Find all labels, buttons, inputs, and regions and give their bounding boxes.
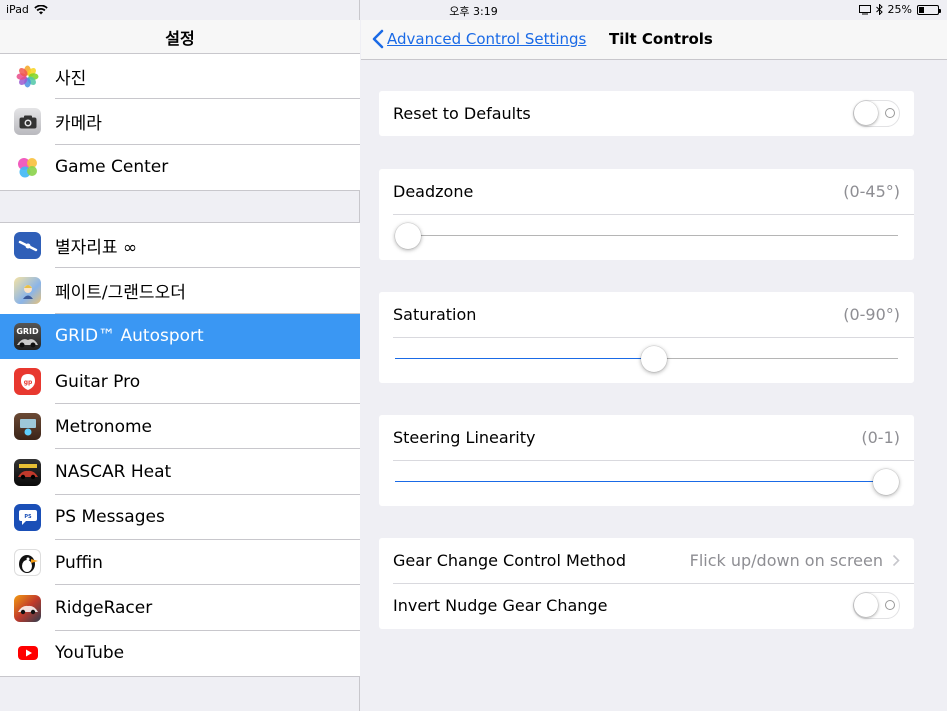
gear-method-value: Flick up/down on screen — [689, 551, 883, 570]
divider — [393, 214, 914, 215]
detail-panel: Advanced Control Settings Tilt Controls … — [361, 0, 947, 711]
photos-icon — [14, 63, 41, 91]
nascar-heat-icon — [14, 458, 41, 486]
toggle-off-icon — [885, 600, 895, 610]
slider-thumb[interactable] — [395, 223, 421, 249]
saturation-header: Saturation (0-90°) — [379, 292, 914, 337]
toggle-knob — [854, 593, 878, 617]
battery-percent: 25% — [887, 3, 912, 16]
gear-method-value-wrap: Flick up/down on screen — [690, 551, 900, 570]
guitar-pro-icon: gp — [14, 368, 41, 396]
steering-card: Steering Linearity (0-1) — [379, 415, 914, 506]
bluetooth-icon — [875, 4, 883, 15]
deadzone-card: Deadzone (0-45°) — [379, 169, 914, 260]
gear-method-row[interactable]: Gear Change Control Method Flick up/down… — [379, 538, 914, 583]
toggle-off-icon — [885, 108, 895, 118]
steering-label: Steering Linearity — [393, 428, 536, 447]
sidebar-item-label: YouTube — [55, 643, 125, 664]
sidebar-group-apps: 별자리표 ∞ 페이트/그랜드오더 GRID GRID™ Autosport gp… — [0, 222, 360, 677]
gear-method-label: Gear Change Control Method — [393, 551, 626, 570]
saturation-range: (0-90°) — [843, 305, 900, 324]
saturation-card: Saturation (0-90°) — [379, 292, 914, 383]
star-chart-icon — [14, 232, 41, 260]
slider-fill — [395, 481, 887, 482]
back-label: Advanced Control Settings — [387, 30, 587, 48]
sidebar-item-label: NASCAR Heat — [55, 462, 172, 483]
fate-grand-order-icon — [14, 277, 41, 305]
sidebar-item-game-center[interactable]: Game Center — [0, 145, 360, 190]
camera-icon — [14, 108, 41, 136]
status-bar: iPad 오후 3:19 25% — [0, 0, 947, 20]
sidebar-item-label: Guitar Pro — [55, 371, 141, 392]
saturation-slider[interactable] — [395, 344, 898, 374]
slider-thumb[interactable] — [640, 346, 667, 372]
battery-icon — [917, 4, 941, 15]
sidebar-item-guitar-pro[interactable]: gp Guitar Pro — [0, 359, 360, 405]
divider — [393, 337, 914, 338]
sidebar-item-label: 별자리표 ∞ — [55, 238, 138, 259]
detail-nav-bar: Advanced Control Settings Tilt Controls — [361, 20, 947, 60]
sidebar-item-label: PS Messages — [55, 507, 165, 528]
sidebar-item-photos[interactable]: 사진 — [0, 54, 360, 100]
sidebar-item-star-chart[interactable]: 별자리표 ∞ — [0, 223, 360, 269]
ridgeracer-icon — [14, 594, 41, 622]
sidebar-item-youtube[interactable]: YouTube — [0, 631, 360, 676]
gear-card: Gear Change Control Method Flick up/down… — [379, 538, 914, 629]
deadzone-header: Deadzone (0-45°) — [379, 169, 914, 214]
steering-slider[interactable] — [395, 467, 900, 497]
svg-text:gp: gp — [23, 379, 32, 386]
sidebar-item-grid-autosport[interactable]: GRID GRID™ Autosport — [0, 313, 360, 359]
sidebar-item-label: GRID™ Autosport — [55, 326, 204, 347]
screen-mirroring-icon — [858, 4, 871, 14]
ps-messages-icon: PS — [14, 503, 41, 531]
page-title: Tilt Controls — [609, 30, 713, 48]
divider — [393, 460, 914, 461]
sidebar-item-nascar-heat[interactable]: NASCAR Heat — [0, 449, 360, 496]
sidebar-item-label: RidgeRacer — [55, 598, 153, 619]
sidebar-item-label: 사진 — [55, 69, 87, 90]
grid-autosport-icon: GRID — [14, 322, 41, 350]
sidebar-item-label: Game Center — [55, 157, 169, 178]
sidebar-item-label: Metronome — [55, 416, 153, 437]
toggle-knob — [854, 101, 878, 125]
saturation-label: Saturation — [393, 305, 477, 324]
reset-row: Reset to Defaults — [379, 91, 914, 136]
chevron-right-icon — [892, 554, 900, 567]
invert-nudge-label: Invert Nudge Gear Change — [393, 596, 608, 615]
youtube-icon — [14, 639, 41, 667]
sidebar-item-fate-grand-order[interactable]: 페이트/그랜드오더 — [0, 268, 360, 314]
deadzone-range: (0-45°) — [843, 182, 900, 201]
reset-toggle[interactable] — [853, 100, 900, 127]
steering-header: Steering Linearity (0-1) — [379, 415, 914, 460]
sidebar-item-label: Puffin — [55, 552, 103, 573]
settings-sidebar: 설정 사진 카메라 Game Center 별자리표 ∞ 페이트/그랜드오더 G… — [0, 0, 360, 711]
sidebar-item-label: 카메라 — [55, 114, 102, 135]
sidebar-item-camera[interactable]: 카메라 — [0, 99, 360, 145]
svg-text:GRID: GRID — [16, 327, 39, 336]
sidebar-item-metronome[interactable]: Metronome — [0, 404, 360, 450]
invert-nudge-row: Invert Nudge Gear Change — [379, 583, 914, 628]
metronome-icon — [14, 413, 41, 441]
deadzone-label: Deadzone — [393, 182, 474, 201]
deadzone-slider[interactable] — [395, 221, 898, 251]
back-button[interactable]: Advanced Control Settings — [371, 29, 586, 49]
svg-text:PS: PS — [24, 514, 32, 520]
sidebar-group-system: 사진 카메라 Game Center — [0, 53, 360, 191]
slider-fill — [395, 358, 654, 359]
sidebar-item-ridgeracer[interactable]: RidgeRacer — [0, 585, 360, 631]
sidebar-item-label: 페이트/그랜드오더 — [55, 283, 186, 304]
game-center-icon — [14, 153, 41, 181]
sidebar-item-ps-messages[interactable]: PS PS Messages — [0, 495, 360, 541]
reset-card: Reset to Defaults — [379, 91, 914, 136]
steering-range: (0-1) — [861, 428, 900, 447]
reset-label: Reset to Defaults — [393, 104, 531, 123]
invert-nudge-toggle[interactable] — [853, 592, 900, 619]
slider-track — [395, 235, 898, 236]
status-time: 오후 3:19 — [449, 5, 498, 18]
chevron-left-icon — [372, 29, 384, 49]
slider-thumb[interactable] — [873, 469, 900, 495]
puffin-icon — [14, 549, 41, 577]
sidebar-item-puffin[interactable]: Puffin — [0, 540, 360, 586]
